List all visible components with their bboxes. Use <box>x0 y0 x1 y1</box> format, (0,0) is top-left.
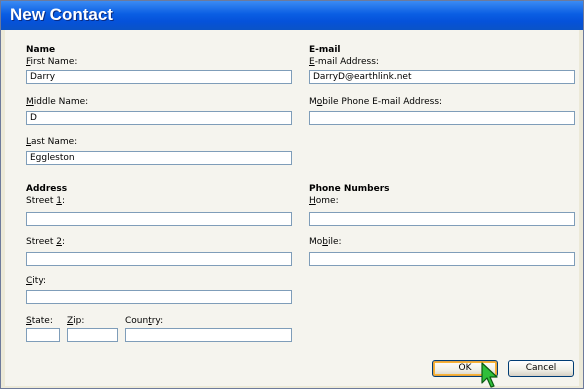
country-label: Country: <box>125 316 164 326</box>
arrow-cursor-icon <box>481 362 498 388</box>
email-address-label: E-mail Address: <box>309 57 379 67</box>
mobile-email-label: Mobile Phone E-mail Address: <box>309 97 443 107</box>
street1-field[interactable] <box>26 212 292 226</box>
window-title: New Contact <box>10 5 113 24</box>
dialog-body: Name First Name: Darry Middle Name: D La… <box>5 30 579 386</box>
zip-field[interactable] <box>67 328 118 342</box>
state-field[interactable] <box>26 328 60 342</box>
first-name-label: First Name: <box>26 57 78 67</box>
address-section-heading: Address <box>26 184 68 194</box>
middle-name-label: Middle Name: <box>26 97 89 107</box>
zip-label: Zip: <box>67 316 85 326</box>
home-phone-label: Home: <box>309 196 339 206</box>
street2-field[interactable] <box>26 252 292 266</box>
name-section-heading: Name <box>26 45 56 55</box>
email-section-heading: E-mail <box>309 45 341 55</box>
new-contact-window: New Contact Name First Name: Darry Middl… <box>0 0 584 389</box>
country-field[interactable] <box>125 328 292 342</box>
street2-label: Street 2: <box>26 237 65 247</box>
title-bar[interactable]: New Contact <box>1 1 583 30</box>
home-phone-field[interactable] <box>309 212 575 226</box>
last-name-label: Last Name: <box>26 137 78 147</box>
cancel-button[interactable]: Cancel <box>508 360 574 377</box>
city-label: City: <box>26 276 47 286</box>
city-field[interactable] <box>26 290 292 304</box>
mobile-phone-field[interactable] <box>309 252 575 266</box>
street1-label: Street 1: <box>26 196 65 206</box>
last-name-field[interactable]: Eggleston <box>26 151 292 165</box>
mobile-email-field[interactable] <box>309 111 575 125</box>
email-address-field[interactable]: DarryD@earthlink.net <box>309 70 575 84</box>
phone-section-heading: Phone Numbers <box>309 184 390 194</box>
middle-name-field[interactable]: D <box>26 111 292 125</box>
mobile-phone-label: Mobile: <box>309 237 342 247</box>
first-name-field[interactable]: Darry <box>26 70 292 84</box>
state-label: State: <box>26 316 53 326</box>
